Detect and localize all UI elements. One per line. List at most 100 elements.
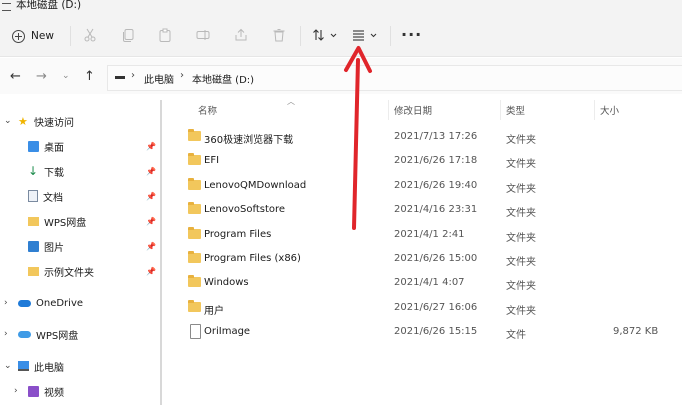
sidebar-item-quick-access[interactable]: ⌄ ★ 快速访问 bbox=[4, 111, 74, 131]
file-name: LenovoQMDownload bbox=[204, 180, 307, 191]
sidebar-item-sample-folder[interactable]: 示例文件夹 bbox=[28, 261, 94, 281]
file-row[interactable]: LenovoQMDownload 2021/6/26 19:40 文件夹 bbox=[185, 174, 682, 198]
back-icon[interactable]: ← bbox=[10, 70, 21, 84]
breadcrumb-this-pc[interactable]: 此电脑 bbox=[144, 71, 174, 86]
column-header-name[interactable]: 名称 bbox=[198, 103, 217, 117]
file-row[interactable]: EFI 2021/6/26 17:18 文件夹 bbox=[185, 149, 682, 173]
sidebar-item-label: OneDrive bbox=[36, 297, 84, 309]
delete-icon[interactable] bbox=[272, 28, 286, 42]
pin-icon[interactable]: 📌 bbox=[146, 142, 156, 151]
paste-icon[interactable] bbox=[158, 28, 172, 42]
file-type: 文件夹 bbox=[506, 208, 536, 219]
rename-icon[interactable] bbox=[196, 28, 210, 42]
file-type: 文件夹 bbox=[506, 257, 536, 268]
sidebar-item-label: 下载 bbox=[44, 167, 64, 179]
sidebar-item-downloads[interactable]: ↓ 下载 bbox=[28, 161, 64, 181]
cut-icon[interactable] bbox=[83, 28, 97, 42]
chevron-right-icon[interactable]: › bbox=[14, 386, 28, 396]
window-title: 本地磁盘 (D:) bbox=[16, 0, 82, 11]
column-divider[interactable] bbox=[388, 100, 389, 120]
file-date: 2021/4/1 4:07 bbox=[394, 277, 465, 288]
sidebar-item-label: 快速访问 bbox=[34, 117, 74, 129]
folder-icon bbox=[188, 153, 201, 165]
sidebar-item-onedrive[interactable]: › OneDrive bbox=[4, 293, 83, 313]
file-row[interactable]: Windows 2021/4/1 4:07 文件夹 bbox=[185, 271, 682, 295]
file-date: 2021/4/1 2:41 bbox=[394, 229, 465, 240]
new-button[interactable]: New bbox=[12, 26, 54, 46]
file-name: EFI bbox=[204, 155, 220, 166]
sidebar-item-desktop[interactable]: 桌面 bbox=[28, 136, 64, 156]
sidebar-item-wps-drive[interactable]: WPS网盘 bbox=[28, 211, 86, 231]
file-name: Windows bbox=[204, 277, 249, 288]
file-icon bbox=[190, 324, 201, 339]
pictures-icon bbox=[28, 240, 39, 252]
more-icon[interactable]: ··· bbox=[401, 25, 422, 44]
file-row[interactable]: 用户 2021/6/27 16:06 文件夹 bbox=[185, 296, 682, 320]
pin-icon[interactable]: 📌 bbox=[146, 267, 156, 276]
file-name: OriImage bbox=[204, 326, 251, 337]
cloud-icon bbox=[18, 299, 31, 307]
share-icon[interactable] bbox=[234, 28, 248, 42]
folder-icon bbox=[188, 275, 201, 287]
file-date: 2021/6/26 17:18 bbox=[394, 155, 478, 166]
chevron-down-icon[interactable]: ⌄ bbox=[4, 361, 18, 371]
column-divider[interactable] bbox=[500, 100, 501, 120]
chevron-right-icon[interactable]: › bbox=[4, 298, 18, 308]
folder-icon bbox=[188, 202, 201, 214]
file-date: 2021/6/26 15:15 bbox=[394, 326, 478, 337]
sort-button[interactable] bbox=[312, 28, 340, 42]
file-name: Program Files bbox=[204, 229, 272, 240]
sidebar-item-label: WPS网盘 bbox=[44, 217, 87, 229]
file-type: 文件夹 bbox=[506, 281, 536, 292]
annotation-arrow-icon bbox=[344, 46, 372, 230]
pin-icon[interactable]: 📌 bbox=[146, 242, 156, 251]
file-row[interactable]: LenovoSoftstore 2021/4/16 23:31 文件夹 bbox=[185, 198, 682, 222]
file-row[interactable]: OriImage 2021/6/26 15:15 文件 9,872 KB bbox=[185, 320, 682, 344]
breadcrumb-chevron-icon[interactable]: › bbox=[180, 70, 184, 81]
file-date: 2021/7/13 17:26 bbox=[394, 131, 478, 142]
file-name: 用户 bbox=[204, 306, 224, 317]
column-divider[interactable] bbox=[594, 100, 595, 120]
sidebar-item-label: 视频 bbox=[44, 387, 64, 399]
sidebar-item-this-pc[interactable]: ⌄ 此电脑 bbox=[4, 356, 64, 376]
file-type: 文件夹 bbox=[506, 159, 536, 170]
folder-icon bbox=[188, 300, 201, 312]
toolbar-divider bbox=[300, 26, 301, 46]
file-type: 文件夹 bbox=[506, 233, 536, 244]
copy-icon[interactable] bbox=[121, 28, 135, 42]
pin-icon[interactable]: 📌 bbox=[146, 217, 156, 226]
file-date: 2021/4/16 23:31 bbox=[394, 204, 478, 215]
sidebar-item-pictures[interactable]: 图片 bbox=[28, 236, 64, 256]
column-header-type[interactable]: 类型 bbox=[506, 103, 525, 117]
up-icon[interactable]: ↑ bbox=[84, 70, 95, 84]
download-icon: ↓ bbox=[28, 163, 39, 178]
star-icon: ★ bbox=[18, 114, 28, 128]
column-header-date[interactable]: 修改日期 bbox=[394, 103, 432, 117]
file-type: 文件夹 bbox=[506, 135, 536, 146]
sidebar-scrollbar[interactable] bbox=[160, 100, 162, 405]
sidebar-item-documents[interactable]: 文档 bbox=[28, 186, 63, 206]
file-row[interactable]: Program Files 2021/4/1 2:41 文件夹 bbox=[185, 223, 682, 247]
folder-icon bbox=[188, 227, 201, 239]
folder-icon bbox=[188, 129, 201, 141]
pin-icon[interactable]: 📌 bbox=[146, 167, 156, 176]
column-header-size[interactable]: 大小 bbox=[600, 103, 619, 117]
title-bar bbox=[0, 0, 682, 18]
desktop-icon bbox=[28, 140, 39, 152]
breadcrumb-chevron-icon[interactable]: › bbox=[131, 70, 135, 81]
recent-locations-icon[interactable]: ⌄ bbox=[62, 69, 70, 83]
sidebar-item-label: 图片 bbox=[44, 242, 64, 254]
file-name: Program Files (x86) bbox=[204, 253, 301, 264]
file-row[interactable]: Program Files (x86) 2021/6/26 15:00 文件夹 bbox=[185, 247, 682, 271]
file-date: 2021/6/27 16:06 bbox=[394, 302, 478, 313]
file-row[interactable]: 360极速浏览器下载 2021/7/13 17:26 文件夹 bbox=[185, 125, 682, 149]
pin-icon[interactable]: 📌 bbox=[146, 192, 156, 201]
chevron-right-icon[interactable]: › bbox=[4, 329, 18, 339]
file-type: 文件夹 bbox=[506, 306, 536, 317]
chevron-down-icon[interactable]: ⌄ bbox=[4, 116, 18, 126]
sidebar-item-videos[interactable]: › 视频 bbox=[14, 381, 64, 401]
breadcrumb-drive-d[interactable]: 本地磁盘 (D:) bbox=[192, 71, 254, 86]
forward-icon[interactable]: → bbox=[36, 70, 47, 84]
menu-icon[interactable] bbox=[2, 3, 11, 11]
sidebar-item-wps[interactable]: › WPS网盘 bbox=[4, 324, 78, 344]
